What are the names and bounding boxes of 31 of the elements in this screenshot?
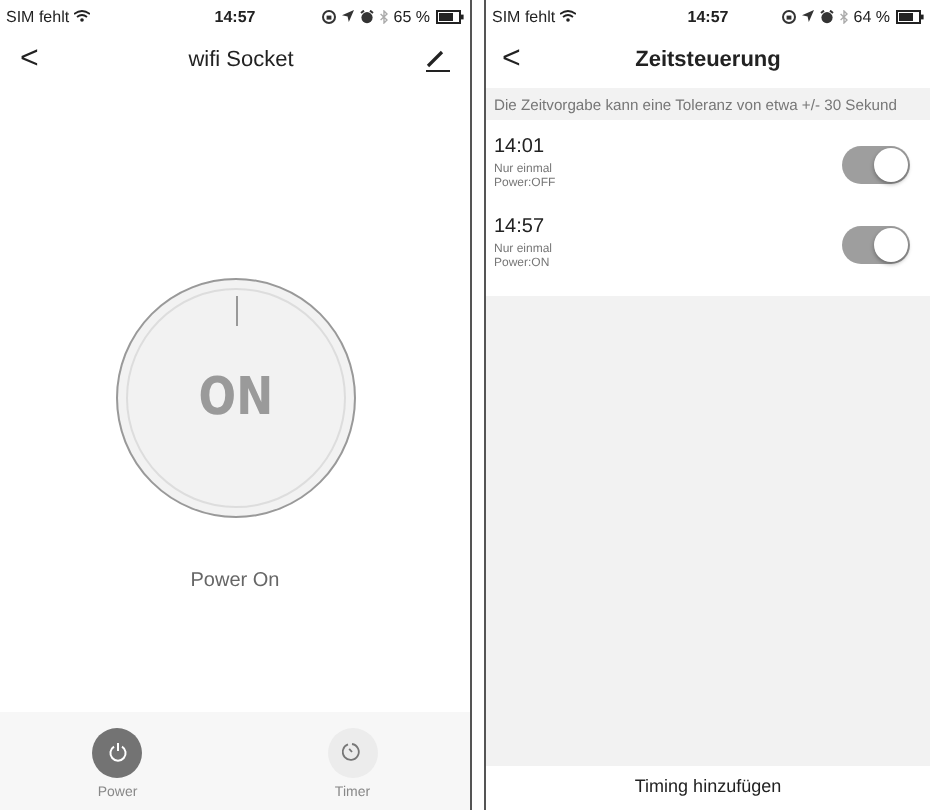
- location-arrow-icon: [801, 10, 814, 22]
- back-button[interactable]: <: [502, 42, 538, 78]
- bluetooth-icon: [379, 9, 388, 23]
- rotation-lock-icon: [781, 9, 796, 23]
- dial-state-label: ON: [197, 367, 273, 427]
- alarm-icon: [359, 9, 374, 23]
- clock-time: 14:57: [687, 7, 729, 25]
- timer-icon: [342, 742, 363, 762]
- battery-icon: [436, 9, 464, 23]
- screen-title: Zeitsteuerung: [633, 48, 783, 72]
- battery-percent: 65 %: [393, 7, 430, 25]
- timer-time: 14:57: [494, 216, 547, 238]
- carrier-label: SIM fehlt: [492, 7, 556, 25]
- clock-time: 14:57: [214, 7, 256, 25]
- bluetooth-icon: [839, 9, 848, 23]
- timer-toggle[interactable]: [842, 145, 910, 183]
- wifi-icon: [73, 10, 90, 22]
- back-button[interactable]: <: [20, 42, 56, 78]
- screen-title: wifi Socket: [186, 48, 296, 72]
- power-icon: [107, 742, 128, 762]
- timer-toggle[interactable]: [842, 225, 910, 263]
- timer-time: 14:01: [494, 136, 547, 158]
- power-status-text: Power On: [190, 569, 280, 591]
- battery-percent: 64 %: [853, 7, 890, 25]
- wifi-icon: [559, 10, 576, 22]
- alarm-icon: [819, 9, 834, 23]
- battery-icon: [896, 9, 924, 23]
- carrier-label: SIM fehlt: [6, 7, 70, 25]
- edit-pencil-icon[interactable]: [426, 49, 450, 71]
- rotation-lock-icon: [321, 9, 336, 23]
- location-arrow-icon: [341, 10, 354, 22]
